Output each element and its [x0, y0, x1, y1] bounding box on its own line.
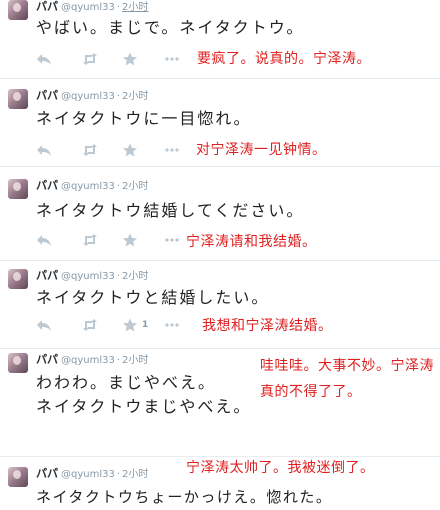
- reply-arrow-icon[interactable]: [36, 143, 54, 157]
- avatar[interactable]: [8, 467, 28, 487]
- separator-dot: ·: [116, 2, 121, 13]
- user-handle[interactable]: @qyuml33: [61, 91, 115, 102]
- annotation-line: 哇哇哇。大事不妙。宁泽涛: [260, 358, 434, 374]
- annotation-text: 宁泽涛请和我结婚。: [186, 233, 317, 251]
- avatar[interactable]: [8, 179, 28, 199]
- separator-dot: ·: [116, 181, 121, 192]
- annotation-line: 真的不得了了。: [260, 384, 362, 400]
- annotation-line: 我想和宁泽涛结婚。: [202, 318, 333, 334]
- reply-arrow-icon[interactable]: [36, 233, 54, 247]
- tweet-header: パパ @qyuml33 · 2小时: [36, 179, 148, 194]
- tweet-text: ネイタクトウちょーかっけえ。惚れた。: [36, 485, 332, 509]
- more-dots-icon[interactable]: [164, 318, 182, 332]
- tweet-text: ネイタクトウと結婚したい。: [36, 286, 269, 310]
- tweet-text: ネイタクトウ結婚してください。: [36, 199, 304, 223]
- tweet-text: わわわ。まじやべえ。 ネイタクトウまじやべえ。: [36, 371, 251, 419]
- favorite-count: 1: [142, 320, 149, 330]
- tweet-text-line: ネイタクトウまじやべえ。: [36, 397, 252, 416]
- tweet: パパ @qyuml33 · 2小时 やばい。まじで。ネイタクトウ。 要疯了。说真的。宁…: [0, 0, 440, 75]
- reply-arrow-icon[interactable]: [36, 52, 54, 66]
- tweet-header: パパ @qyuml33 · 2小时: [36, 269, 148, 284]
- timestamp-link[interactable]: 2小时: [122, 355, 148, 366]
- annotation-line: 对宁泽涛一见钟情。: [196, 142, 327, 158]
- timestamp-link[interactable]: 2小时: [122, 271, 148, 282]
- timestamp-link[interactable]: 2小时: [122, 91, 148, 102]
- user-name[interactable]: パパ: [36, 179, 58, 192]
- separator-dot: ·: [116, 469, 121, 480]
- tweet-header: パパ @qyuml33 · 2小时: [36, 89, 148, 104]
- retweet-icon[interactable]: [82, 233, 100, 247]
- tweet-text: ネイタクトウに一目惚れ。: [36, 107, 252, 131]
- star-icon[interactable]: [122, 52, 140, 66]
- tweet-text-line: ネイタクトウちょーかっけえ。惚れた。: [36, 488, 333, 506]
- user-handle[interactable]: @qyuml33: [61, 469, 115, 480]
- tweet: パパ @qyuml33 · 2小时 ネイタクトウ結婚してください。 宁泽涛请和我结婚。: [0, 166, 440, 259]
- star-icon[interactable]: [122, 143, 140, 157]
- separator-dot: ·: [116, 355, 121, 366]
- more-dots-icon[interactable]: [164, 233, 182, 247]
- timestamp-link[interactable]: 2小时: [122, 469, 148, 480]
- star-icon[interactable]: [122, 233, 140, 247]
- tweet-header: パパ @qyuml33 · 2小时: [36, 353, 148, 368]
- annotation-line: 宁泽涛太帅了。我被迷倒了。: [186, 460, 375, 476]
- annotation-text: 宁泽涛太帅了。我被迷倒了。: [186, 459, 375, 477]
- user-name[interactable]: パパ: [36, 89, 58, 102]
- tweet-text-line: ネイタクトウ結婚してください。: [36, 201, 305, 220]
- user-handle[interactable]: @qyuml33: [61, 2, 115, 13]
- separator-dot: ·: [116, 91, 121, 102]
- user-handle[interactable]: @qyuml33: [61, 271, 115, 282]
- retweet-icon[interactable]: [82, 318, 100, 332]
- more-dots-icon[interactable]: [164, 143, 182, 157]
- annotation-text: 要疯了。说真的。宁泽涛。: [197, 50, 371, 68]
- user-handle[interactable]: @qyuml33: [61, 355, 115, 366]
- tweet-header: パパ @qyuml33 · 2小时: [36, 0, 148, 15]
- reply-arrow-icon[interactable]: [36, 318, 54, 332]
- tweet: パパ @qyuml33 · 2小时 わわわ。まじやべえ。 ネイタクトウまじやべえ。 哇…: [0, 348, 440, 455]
- tweet-text-line: やばい。まじで。ネイタクトウ。: [36, 18, 305, 37]
- avatar[interactable]: [8, 0, 28, 20]
- avatar[interactable]: [8, 89, 28, 109]
- timestamp-link[interactable]: 2小时: [122, 2, 148, 13]
- retweet-icon[interactable]: [82, 143, 100, 157]
- separator-dot: ·: [116, 271, 121, 282]
- tweet-text-line: ネイタクトウと結婚したい。: [36, 288, 270, 307]
- more-dots-icon[interactable]: [164, 52, 182, 66]
- annotation-line: 宁泽涛请和我结婚。: [186, 234, 317, 250]
- annotation-line: 要疯了。说真的。宁泽涛。: [197, 51, 371, 67]
- tweet: パパ @qyuml33 · 2小时 ネイタクトウちょーかっけえ。惚れた。 宁泽涛太帅了…: [0, 456, 440, 510]
- user-name[interactable]: パパ: [36, 269, 58, 282]
- tweet: パパ @qyuml33 · 2小时 ネイタクトウに一目惚れ。 对宁泽涛一见钟情。: [0, 78, 440, 165]
- avatar[interactable]: [8, 353, 28, 373]
- tweet-text: やばい。まじで。ネイタクトウ。: [36, 16, 304, 40]
- tweet: パパ @qyuml33 · 2小时 ネイタクトウと結婚したい。 1 我想和宁泽涛结婚。: [0, 260, 440, 347]
- star-icon[interactable]: [122, 318, 140, 332]
- tweet-text-line: ネイタクトウに一目惚れ。: [36, 109, 252, 128]
- avatar[interactable]: [8, 269, 28, 289]
- timestamp-link[interactable]: 2小时: [122, 181, 148, 192]
- annotation-text: 我想和宁泽涛结婚。: [202, 317, 333, 335]
- annotation-text: 哇哇哇。大事不妙。宁泽涛 真的不得了了。: [260, 357, 434, 401]
- user-name[interactable]: パパ: [36, 353, 58, 366]
- user-name[interactable]: パパ: [36, 467, 58, 480]
- tweet-header: パパ @qyuml33 · 2小时: [36, 467, 148, 482]
- user-handle[interactable]: @qyuml33: [61, 181, 115, 192]
- user-name[interactable]: パパ: [36, 0, 58, 13]
- tweet-text-line: わわわ。まじやべえ。: [36, 373, 217, 392]
- retweet-icon[interactable]: [82, 52, 100, 66]
- annotation-text: 对宁泽涛一见钟情。: [196, 141, 327, 159]
